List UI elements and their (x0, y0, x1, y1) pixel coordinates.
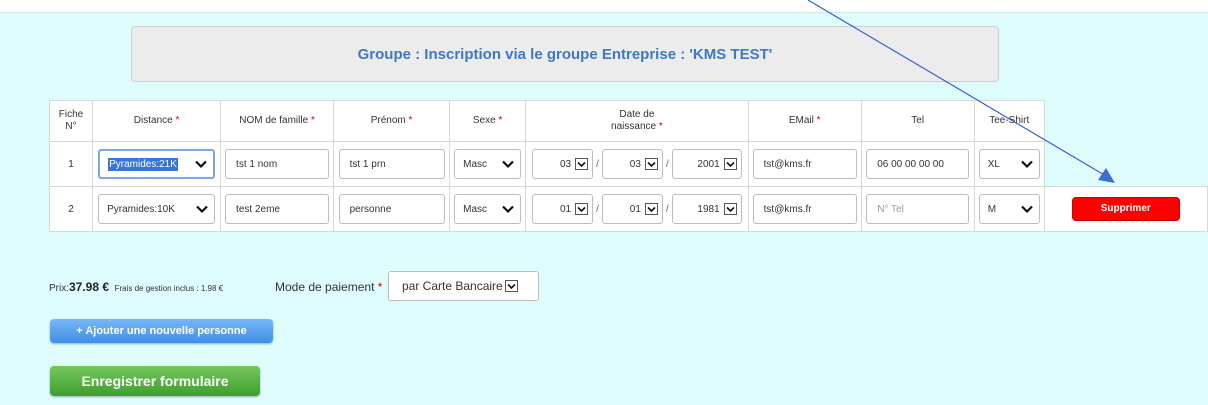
year-select[interactable]: 1981 (671, 194, 742, 224)
sexe-select[interactable]: Masc (454, 149, 522, 179)
fees-note: Frais de gestion inclus : 1.98 € (114, 284, 224, 293)
col-tel: Tel (860, 100, 975, 142)
banner-title: Groupe : Inscription via le groupe Entre… (357, 45, 773, 63)
day-select[interactable]: 03 (532, 149, 594, 179)
email-input[interactable]: tst@kms.fr (752, 194, 857, 224)
nom-input[interactable]: tst 1 nom (225, 149, 330, 179)
col-nom: NOM de famille * (220, 100, 334, 142)
dropdown-arrow-icon (504, 280, 518, 292)
tel-input[interactable]: 06 00 00 00 00 (866, 149, 970, 179)
table-header: Fiche N° Distance * NOM de famille * Prén… (49, 100, 1208, 142)
chevron-down-icon (1020, 160, 1033, 169)
col-teeshirt: Tee-Shirt (973, 100, 1045, 142)
chevron-down-icon (502, 160, 514, 169)
dropdown-arrow-icon (575, 203, 589, 215)
nom-input[interactable]: test 2eme (225, 194, 330, 224)
col-email: EMail * (747, 100, 862, 142)
email-input[interactable]: tst@kms.fr (752, 149, 857, 179)
prenom-input[interactable]: personne (338, 194, 445, 224)
col-distance: Distance * (91, 100, 222, 142)
add-person-button[interactable]: + Ajouter une nouvelle personne (50, 319, 273, 343)
tshirt-select[interactable]: M (978, 194, 1040, 224)
chevron-down-icon (1020, 205, 1033, 214)
tel-input[interactable]: N° Tel (866, 194, 970, 224)
dropdown-arrow-icon (644, 158, 658, 170)
participants-table: Fiche N° Distance * NOM de famille * Prén… (49, 100, 1208, 232)
year-select[interactable]: 2001 (671, 149, 742, 179)
col-date: Date de naissance * (524, 100, 749, 142)
dropdown-arrow-icon (644, 203, 658, 215)
table-row: 2 Pyramides:10K test 2eme personne Masc … (49, 186, 1208, 232)
col-prenom: Prénom * (332, 100, 451, 142)
payment-label: Mode de paiement * (275, 280, 383, 294)
distance-select[interactable]: Pyramides:10K (98, 194, 216, 224)
table-row: 1 Pyramides:21K tst 1 nom tst 1 prn Masc… (49, 141, 1208, 187)
col-fiche: Fiche N° (49, 100, 93, 142)
chevron-down-icon (196, 205, 208, 214)
month-select[interactable]: 01 (601, 194, 663, 224)
tshirt-select[interactable]: XL (978, 149, 1040, 179)
distance-select[interactable]: Pyramides:21K (98, 149, 216, 179)
sexe-select[interactable]: Masc (454, 194, 522, 224)
save-form-button[interactable]: Enregistrer formulaire (50, 366, 260, 396)
payment-method-select[interactable]: par Carte Bancaire (388, 271, 539, 301)
row-number: 1 (49, 141, 93, 187)
col-actions (1044, 101, 1207, 142)
price-summary: Prix:37.98 € Frais de gestion inclus : 1… (49, 280, 224, 294)
dropdown-arrow-icon (723, 158, 737, 170)
chevron-down-icon (195, 160, 207, 169)
dropdown-arrow-icon (575, 158, 589, 170)
top-bar (0, 0, 1208, 13)
delete-row-button[interactable]: Supprimer (1072, 198, 1179, 220)
chevron-down-icon (502, 205, 514, 214)
col-sexe: Sexe * (449, 100, 526, 142)
row-number: 2 (49, 186, 93, 232)
month-select[interactable]: 03 (601, 149, 663, 179)
price-value: 37.98 € (69, 280, 110, 294)
day-select[interactable]: 01 (532, 194, 594, 224)
prenom-input[interactable]: tst 1 prn (338, 149, 445, 179)
group-banner: Groupe : Inscription via le groupe Entre… (131, 26, 999, 82)
dropdown-arrow-icon (723, 203, 737, 215)
